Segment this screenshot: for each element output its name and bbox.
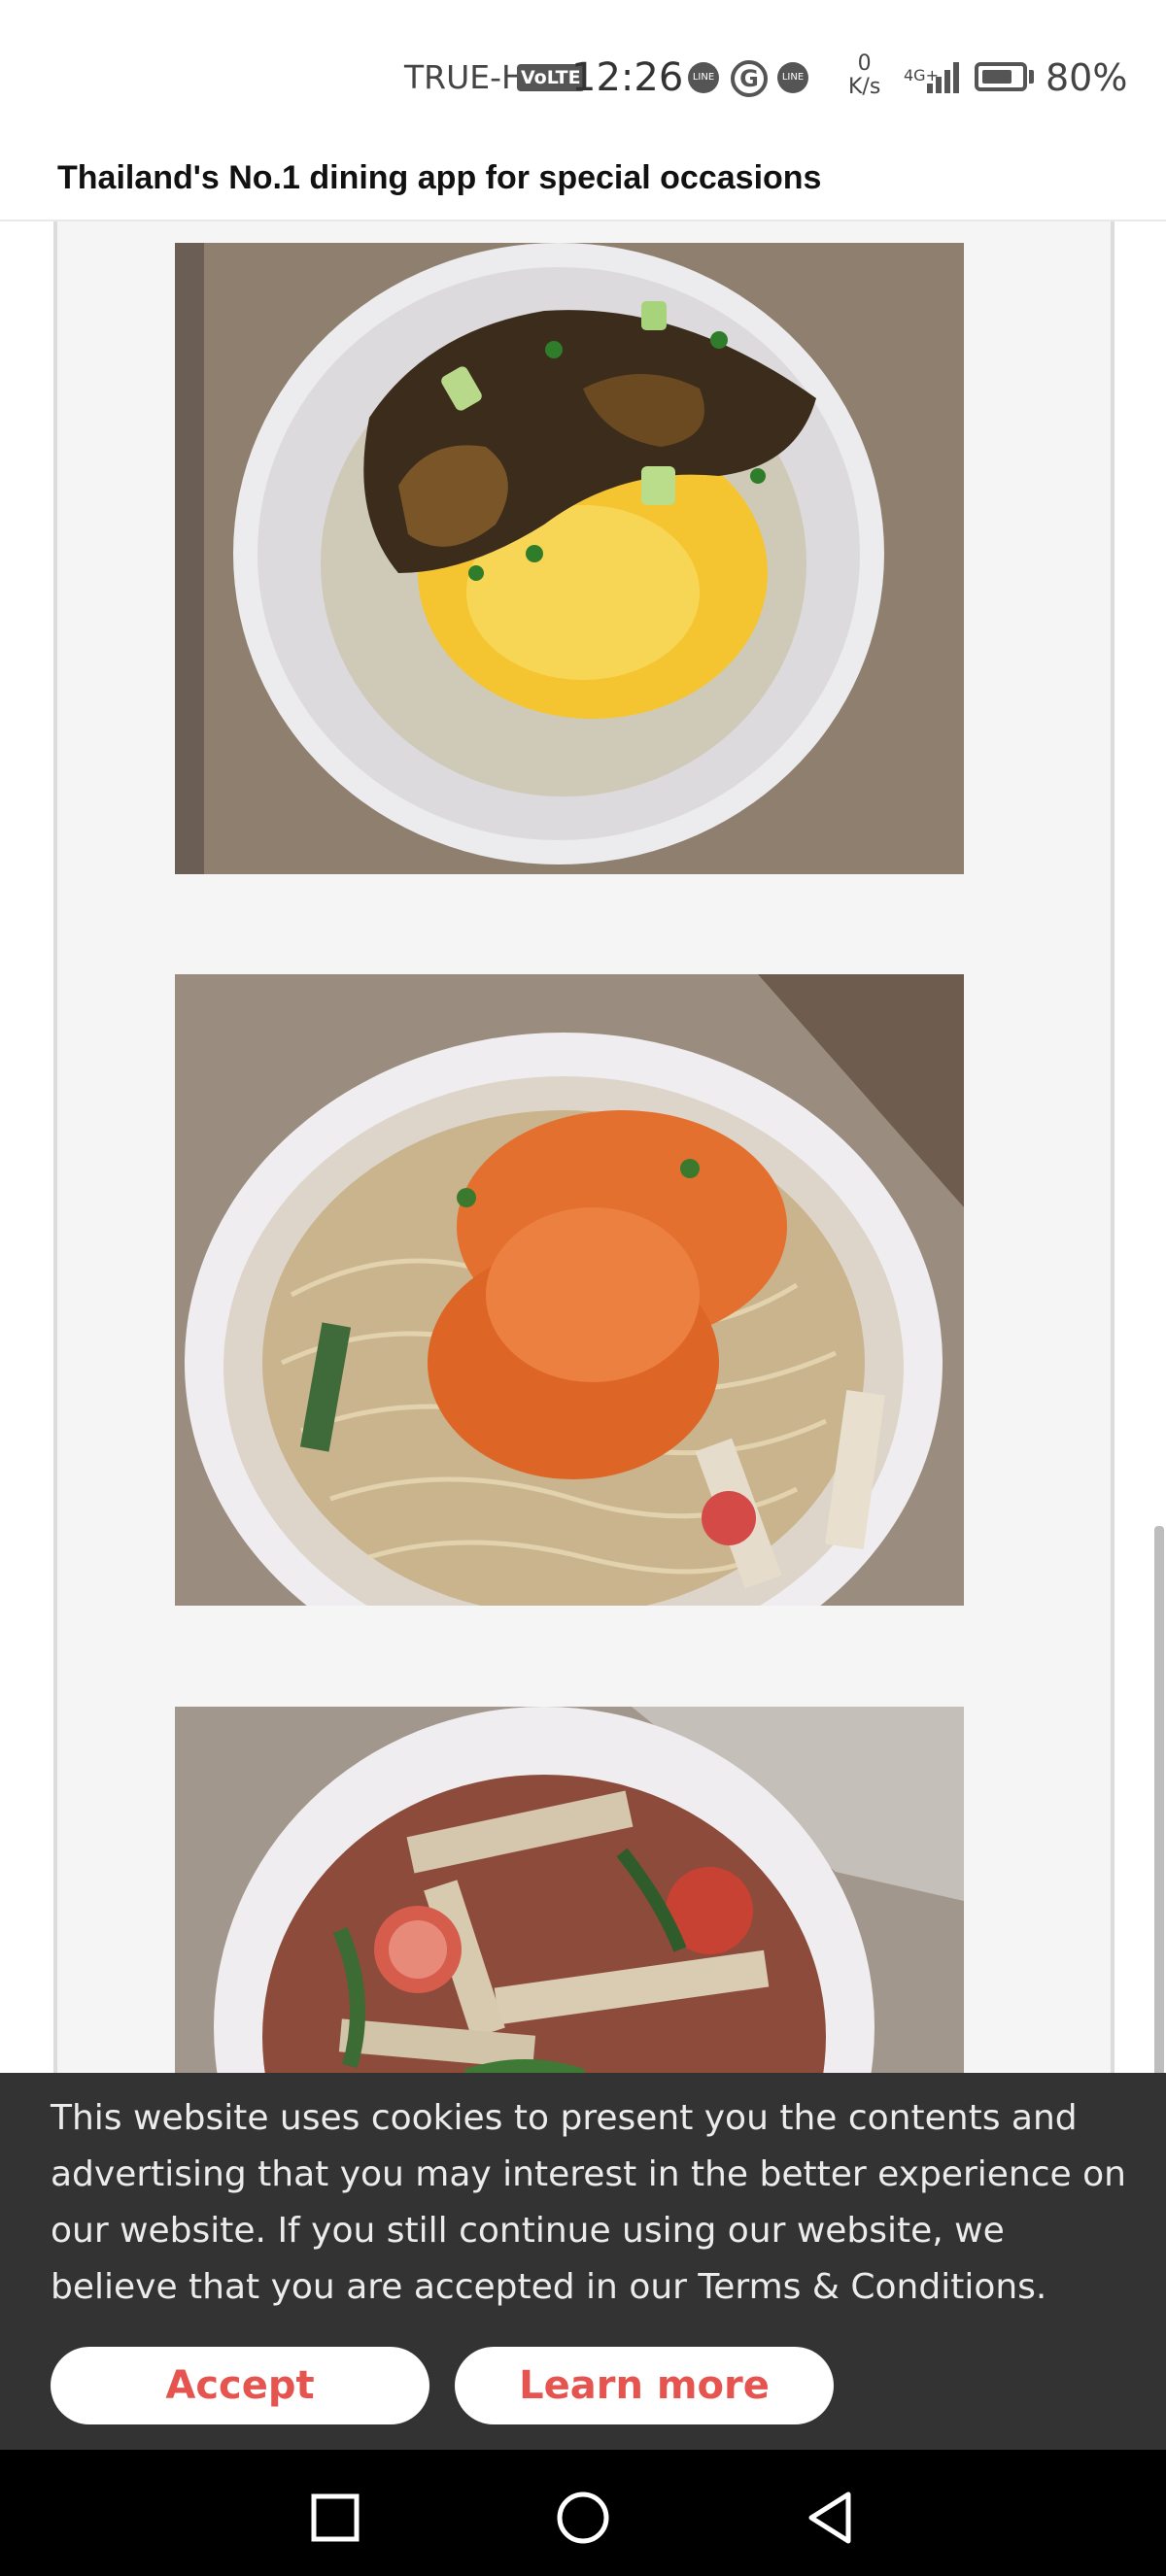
signal-icon	[927, 62, 959, 93]
back-icon[interactable]	[802, 2489, 860, 2547]
battery-icon	[975, 62, 1027, 91]
line-notification-icon: LINE	[777, 62, 808, 93]
clock: 12:26	[571, 55, 684, 100]
cookie-consent-banner: This website uses cookies to present you…	[0, 2073, 1166, 2450]
system-navigation-bar	[0, 2450, 1166, 2576]
spicy-salad-image	[175, 1707, 964, 2073]
google-notification-icon: G	[731, 60, 768, 97]
page-scrollbar[interactable]	[1154, 1526, 1164, 2073]
network-speed: 0 K/s	[848, 52, 880, 99]
battery-percent: 80%	[1046, 56, 1128, 99]
carrier-label: TRUE-H	[404, 58, 526, 96]
article-content[interactable]	[0, 221, 1166, 2073]
network-speed-value: 0	[857, 51, 872, 76]
food-photo[interactable]	[175, 974, 964, 1606]
battery-tip	[1029, 70, 1034, 84]
cookie-message: This website uses cookies to present you…	[51, 2098, 1126, 2307]
home-icon[interactable]	[554, 2489, 612, 2547]
accept-button[interactable]: Accept	[51, 2347, 429, 2424]
noodle-salad-image	[175, 974, 964, 1606]
article-card	[53, 221, 1115, 2073]
omelette-rice-image	[175, 243, 964, 874]
battery-level-fill	[982, 70, 1012, 84]
network-speed-unit: K/s	[848, 75, 881, 99]
food-photo[interactable]	[175, 243, 964, 874]
app-header: Thailand's No.1 dining app for special o…	[0, 136, 1166, 221]
food-photo[interactable]	[175, 1707, 964, 2073]
learn-more-button[interactable]: Learn more	[455, 2347, 834, 2424]
status-bar: TRUE-H VoLTE 12:26 LINE G LINE 0 K/s 4G+…	[0, 0, 1166, 136]
line-notification-icon: LINE	[688, 62, 719, 93]
page-title: Thailand's No.1 dining app for special o…	[57, 159, 822, 196]
recent-apps-icon[interactable]	[306, 2489, 364, 2547]
